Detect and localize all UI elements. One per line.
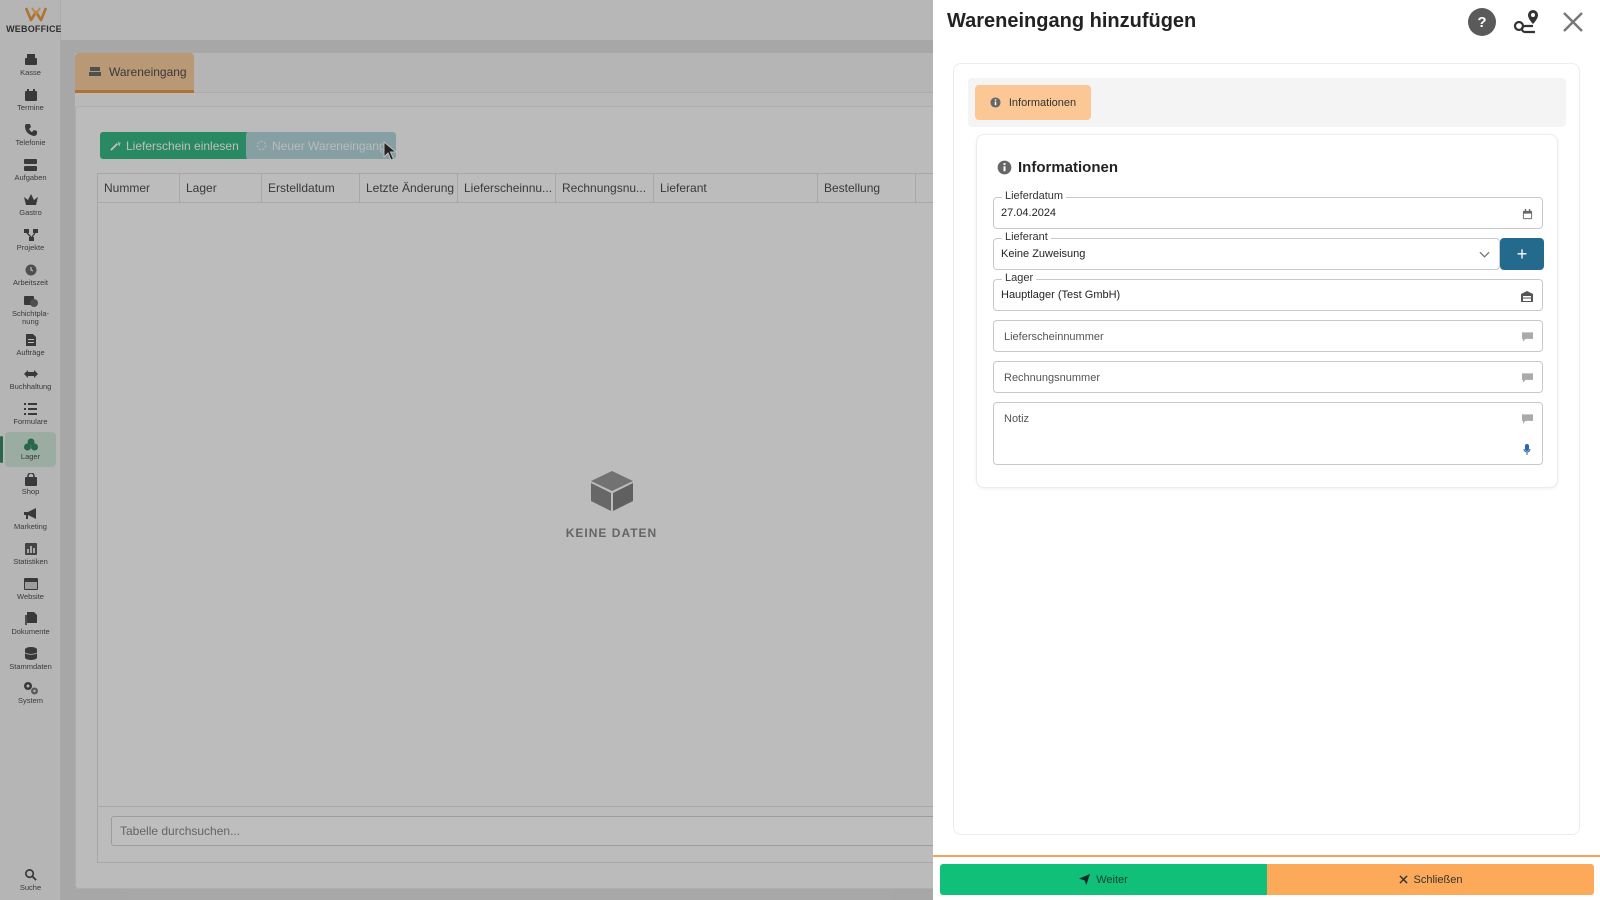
comment-icon [1520, 412, 1534, 426]
add-supplier-button[interactable]: + [1500, 238, 1544, 270]
field-placeholder: Rechnungsnummer [1004, 372, 1100, 384]
help-button[interactable]: ? [1468, 8, 1496, 36]
delivery-note-number-input[interactable]: Lieferscheinnummer [993, 320, 1543, 352]
invoice-number-input[interactable]: Rechnungsnummer [993, 361, 1543, 393]
warehouse-field[interactable]: Lager Hauptlager (Test GmbH) [993, 272, 1543, 311]
tab-label: Informationen [1008, 96, 1077, 109]
close-icon [1563, 12, 1583, 32]
chevron-down-icon[interactable] [1477, 248, 1491, 262]
comment-icon [1520, 371, 1534, 385]
field-placeholder: Notiz [1004, 413, 1030, 425]
modal-footer: Weiter Schließen [933, 855, 1600, 900]
warehouse-icon[interactable] [1520, 289, 1534, 303]
section-title: Informationen [1018, 159, 1118, 176]
note-textarea[interactable]: Notiz [993, 402, 1543, 465]
comment-icon [1520, 330, 1534, 344]
close-button[interactable] [1558, 7, 1588, 37]
modal-backdrop[interactable] [0, 0, 934, 900]
next-button[interactable]: Weiter [940, 864, 1267, 895]
plus-icon: + [1516, 243, 1528, 264]
add-goods-receipt-panel: Wareneingang hinzufügen ? Informationen [933, 0, 1600, 900]
info-icon [990, 97, 1001, 108]
field-label: Lieferant [1002, 231, 1051, 243]
close-modal-button[interactable]: Schließen [1267, 864, 1594, 895]
microphone-icon[interactable] [1520, 443, 1534, 457]
close-icon [1398, 875, 1408, 884]
field-label: Lager [1002, 272, 1037, 284]
info-form: Informationen Lieferdatum 27.04.2024 Lie… [976, 134, 1558, 488]
field-label: Lieferdatum [1002, 190, 1067, 202]
info-icon [997, 160, 1012, 175]
section-tabs: Informationen [968, 78, 1566, 127]
calendar-icon[interactable] [1520, 207, 1534, 221]
modal-actions: ? [1468, 7, 1588, 37]
modal-card: Informationen Informationen Lieferdatum … [953, 63, 1580, 835]
delivery-date-field[interactable]: Lieferdatum 27.04.2024 [993, 190, 1543, 229]
field-value: Keine Zuweisung [1001, 248, 1086, 260]
field-value: 27.04.2024 [1001, 207, 1057, 219]
button-label: Schließen [1413, 873, 1463, 886]
help-icon: ? [1477, 13, 1487, 31]
field-value: Hauptlager (Test GmbH) [1001, 289, 1121, 301]
section-heading: Informationen [997, 159, 1118, 176]
send-icon [1079, 874, 1091, 885]
modal-title: Wareneingang hinzufügen [947, 10, 1197, 32]
supplier-select[interactable]: Lieferant Keine Zuweisung [993, 231, 1500, 270]
field-placeholder: Lieferscheinnummer [1004, 331, 1104, 343]
route-button[interactable] [1512, 7, 1542, 37]
route-pin-icon [1513, 10, 1538, 34]
tab-informationen[interactable]: Informationen [975, 85, 1091, 120]
button-label: Weiter [1096, 873, 1128, 886]
